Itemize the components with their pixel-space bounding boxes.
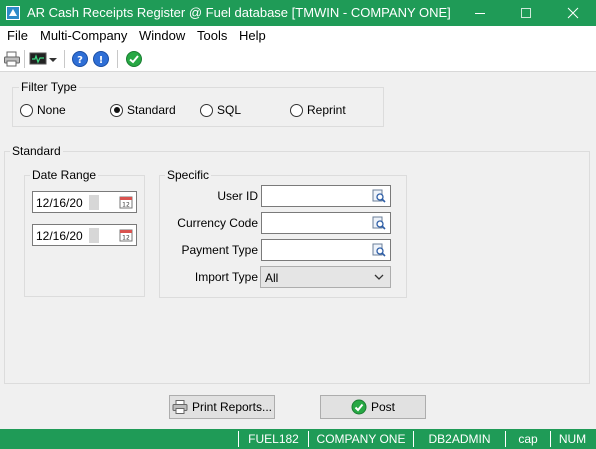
toolbar: ? ! <box>0 46 596 72</box>
currency-code-input[interactable] <box>262 213 367 233</box>
status-company: COMPANY ONE <box>308 431 413 447</box>
filter-type-title: Filter Type <box>19 80 79 94</box>
redacted-digits <box>89 228 99 243</box>
svg-text:!: ! <box>99 55 104 66</box>
svg-text:12: 12 <box>122 202 130 209</box>
menu-help[interactable]: Help <box>239 28 266 43</box>
info-icon[interactable]: ! <box>92 50 110 68</box>
radio-circle[interactable] <box>200 103 213 117</box>
print-reports-label: Print Reports... <box>191 400 273 414</box>
menu-tools[interactable]: Tools <box>197 28 227 43</box>
post-label: Post <box>370 400 395 414</box>
lookup-icon[interactable] <box>372 189 386 203</box>
currency-code-label: Currency Code <box>177 216 258 230</box>
minimize-button[interactable] <box>457 0 503 26</box>
radio-reprint-label: Reprint <box>307 103 346 117</box>
app-icon <box>6 6 20 20</box>
status-bar: FUEL182 COMPANY ONE DB2ADMIN cap NUM <box>0 429 596 449</box>
minimize-icon <box>475 13 485 14</box>
menu-file[interactable]: File <box>7 28 28 43</box>
svg-text:12: 12 <box>122 235 130 242</box>
check-icon <box>351 399 367 415</box>
svg-text:?: ? <box>77 55 83 66</box>
menu-bar: File Multi-Company Window Tools Help <box>0 26 596 46</box>
close-icon <box>567 7 579 19</box>
menu-window[interactable]: Window <box>139 28 185 43</box>
maximize-button[interactable] <box>503 0 549 26</box>
date-from-value: 12/16/20 <box>36 196 83 210</box>
payment-type-field[interactable] <box>261 239 391 261</box>
payment-type-input[interactable] <box>262 240 367 260</box>
calendar-icon[interactable]: 12 <box>119 195 133 209</box>
lookup-icon[interactable] <box>372 216 386 230</box>
radio-sql-label: SQL <box>217 103 242 117</box>
date-to-field[interactable]: 12/16/20 12 <box>32 224 137 246</box>
title-bar: AR Cash Receipts Register @ Fuel databas… <box>0 0 596 26</box>
payment-type-label: Payment Type <box>181 243 259 257</box>
toolbar-separator <box>24 50 25 68</box>
printer-icon <box>172 400 188 414</box>
currency-code-field[interactable] <box>261 212 391 234</box>
radio-standard[interactable]: Standard <box>110 103 176 117</box>
radio-circle-checked[interactable] <box>110 103 123 117</box>
redacted-digits <box>89 195 99 210</box>
radio-sql[interactable]: SQL <box>200 103 241 117</box>
date-to-value: 12/16/20 <box>36 229 83 243</box>
dropdown-arrow-icon[interactable] <box>48 50 58 68</box>
maximize-icon <box>521 8 531 18</box>
window-title: AR Cash Receipts Register @ Fuel databas… <box>27 5 451 20</box>
printer-icon[interactable] <box>3 50 21 68</box>
monitor-icon[interactable] <box>29 50 47 68</box>
date-from-field[interactable]: 12/16/20 12 <box>32 191 137 213</box>
help-icon[interactable]: ? <box>71 50 89 68</box>
post-button[interactable]: Post <box>320 395 426 419</box>
user-id-label: User ID <box>217 189 258 203</box>
radio-reprint[interactable]: Reprint <box>290 103 346 117</box>
menu-multi-company[interactable]: Multi-Company <box>40 28 127 43</box>
chevron-down-icon <box>374 274 384 280</box>
radio-standard-label: Standard <box>127 103 176 117</box>
close-button[interactable] <box>550 0 596 26</box>
standard-title: Standard <box>10 144 63 158</box>
print-reports-button[interactable]: Print Reports... <box>169 395 275 419</box>
radio-circle[interactable] <box>20 103 33 117</box>
status-caps: cap <box>505 431 550 447</box>
lookup-icon[interactable] <box>372 243 386 257</box>
radio-none-label: None <box>37 103 66 117</box>
import-type-value: All <box>265 271 279 285</box>
import-type-select[interactable]: All <box>260 266 391 288</box>
status-user: DB2ADMIN <box>413 431 505 447</box>
radio-none[interactable]: None <box>20 103 66 117</box>
toolbar-separator <box>64 50 65 68</box>
specific-title: Specific <box>165 168 212 182</box>
user-id-field[interactable] <box>261 185 391 207</box>
calendar-icon[interactable]: 12 <box>119 228 133 242</box>
radio-circle[interactable] <box>290 103 303 117</box>
import-type-label: Import Type <box>194 270 258 284</box>
check-icon[interactable] <box>125 50 143 68</box>
toolbar-separator <box>117 50 118 68</box>
user-id-input[interactable] <box>262 186 367 206</box>
status-database: FUEL182 <box>238 431 308 447</box>
status-num: NUM <box>550 431 594 447</box>
date-range-title: Date Range <box>30 168 99 182</box>
